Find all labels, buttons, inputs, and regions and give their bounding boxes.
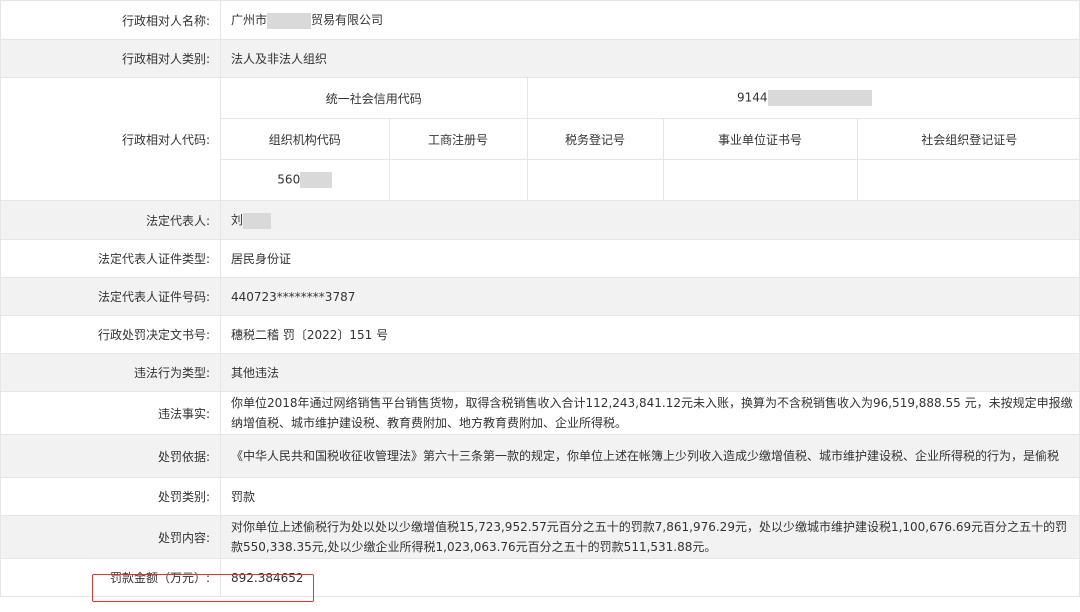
row-name: 行政相对人名称: 广州市 贸易有限公司 <box>0 0 1080 40</box>
header-org-code: 组织机构代码 <box>221 118 390 160</box>
legal-rep-prefix: 刘 <box>231 213 244 228</box>
label-category: 行政相对人类别: <box>0 39 221 78</box>
value-business-reg <box>389 159 528 200</box>
label-violation-type: 违法行为类型: <box>0 353 221 392</box>
label-facts: 违法事实: <box>0 391 221 435</box>
label-legal-rep: 法定代表人: <box>0 200 221 240</box>
label-name: 行政相对人名称: <box>0 0 221 40</box>
row-penalty-content: 处罚内容: 对你单位上述偷税行为处以处以少缴增值税15,723,952.57元百… <box>0 515 1080 559</box>
row-amount: 罚款金额（万元）: 892.384652 <box>0 558 1080 597</box>
penalty-info-table: 行政相对人名称: 广州市 贸易有限公司 行政相对人类别: 法人及非法人组织 行政相… <box>0 0 1080 597</box>
value-legal-rep: 刘 <box>220 200 1080 240</box>
row-id-no: 法定代表人证件号码: 440723********3787 <box>0 277 1080 316</box>
value-penalty-type: 罚款 <box>220 477 1080 516</box>
usc-label: 统一社会信用代码 <box>221 78 528 119</box>
value-category: 法人及非法人组织 <box>220 39 1080 78</box>
redaction-mask <box>243 212 272 229</box>
value-social-org <box>857 159 1080 200</box>
value-facts: 你单位2018年通过网络销售平台销售货物，取得含税销售收入合计112,243,8… <box>220 391 1080 435</box>
label-code: 行政相对人代码: <box>0 77 221 201</box>
code-subtable: 统一社会信用代码 9144 组织机构代码 工商注册号 税务登记号 事业单位证书号… <box>221 78 1080 200</box>
value-violation-type: 其他违法 <box>220 353 1080 392</box>
name-suffix: 贸易有限公司 <box>311 13 384 28</box>
label-penalty-type: 处罚类别: <box>0 477 221 516</box>
label-penalty-content: 处罚内容: <box>0 515 221 559</box>
header-social-org: 社会组织登记证号 <box>857 118 1080 160</box>
value-amount: 892.384652 <box>220 558 1080 597</box>
row-id-type: 法定代表人证件类型: 居民身份证 <box>0 239 1080 278</box>
value-institution-cert <box>663 159 858 200</box>
value-tax-reg <box>527 159 664 200</box>
row-doc-no: 行政处罚决定文书号: 穗税二稽 罚〔2022〕151 号 <box>0 315 1080 354</box>
row-violation-type: 违法行为类型: 其他违法 <box>0 353 1080 392</box>
value-name: 广州市 贸易有限公司 <box>220 0 1080 40</box>
usc-value-prefix: 9144 <box>737 90 768 105</box>
value-basis: 《中华人民共和国税收征收管理法》第六十三条第一款的规定，你单位上述在帐簿上少列收… <box>220 434 1080 478</box>
redaction-mask <box>267 12 312 29</box>
value-doc-no: 穗税二稽 罚〔2022〕151 号 <box>220 315 1080 354</box>
label-amount: 罚款金额（万元）: <box>0 558 221 597</box>
row-basis: 处罚依据: 《中华人民共和国税收征收管理法》第六十三条第一款的规定，你单位上述在… <box>0 434 1080 478</box>
row-code: 行政相对人代码: 统一社会信用代码 9144 组织机构代码 工商注册号 税务登记… <box>0 77 1080 201</box>
redaction-mask <box>767 90 872 106</box>
value-id-type: 居民身份证 <box>220 239 1080 278</box>
row-penalty-type: 处罚类别: 罚款 <box>0 477 1080 516</box>
label-doc-no: 行政处罚决定文书号: <box>0 315 221 354</box>
row-facts: 违法事实: 你单位2018年通过网络销售平台销售货物，取得含税销售收入合计112… <box>0 391 1080 435</box>
value-id-no: 440723********3787 <box>220 277 1080 316</box>
code-row-values: 560 <box>221 159 1080 200</box>
code-subtable-cell: 统一社会信用代码 9144 组织机构代码 工商注册号 税务登记号 事业单位证书号… <box>220 77 1080 201</box>
value-org-code: 560 <box>221 159 390 200</box>
header-tax-reg: 税务登记号 <box>527 118 664 160</box>
name-prefix: 广州市 <box>231 13 268 28</box>
usc-value: 9144 <box>527 78 1080 119</box>
org-code-prefix: 560 <box>277 172 301 187</box>
label-basis: 处罚依据: <box>0 434 221 478</box>
label-id-type: 法定代表人证件类型: <box>0 239 221 278</box>
value-penalty-content: 对你单位上述偷税行为处以处以少缴增值税15,723,952.57元百分之五十的罚… <box>220 515 1080 559</box>
code-row-usc: 统一社会信用代码 9144 <box>221 78 1080 119</box>
row-category: 行政相对人类别: 法人及非法人组织 <box>0 39 1080 78</box>
header-institution-cert: 事业单位证书号 <box>663 118 858 160</box>
code-row-headers: 组织机构代码 工商注册号 税务登记号 事业单位证书号 社会组织登记证号 <box>221 118 1080 160</box>
row-legal-rep: 法定代表人: 刘 <box>0 200 1080 240</box>
redaction-mask <box>300 172 333 188</box>
header-business-reg: 工商注册号 <box>389 118 528 160</box>
label-id-no: 法定代表人证件号码: <box>0 277 221 316</box>
